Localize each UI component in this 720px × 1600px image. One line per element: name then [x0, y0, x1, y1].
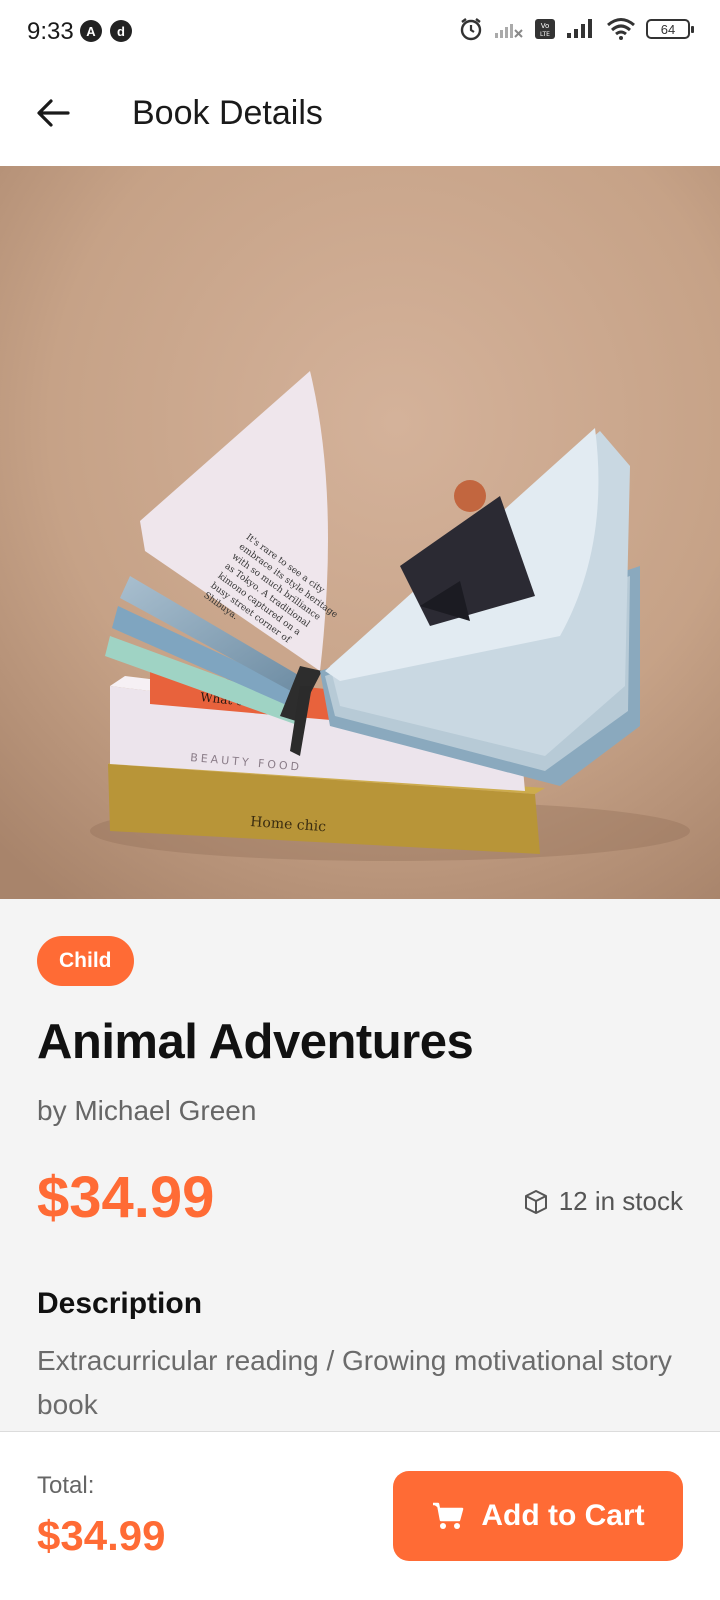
add-to-cart-label: Add to Cart: [481, 1499, 645, 1532]
app-notification-icon: A: [80, 20, 102, 42]
description-text: Extracurricular reading / Growing motiva…: [37, 1345, 672, 1420]
total-label: Total:: [37, 1472, 95, 1499]
status-time: 9:33: [27, 18, 74, 45]
status-left-icons: A d: [80, 20, 132, 42]
app-bar: Book Details: [0, 64, 720, 166]
page-title: Book Details: [132, 94, 323, 132]
status-bar: 9:33 A d Vo LTE 64: [0, 0, 720, 64]
battery-icon: 64: [646, 19, 694, 39]
add-to-cart-button[interactable]: Add to Cart: [393, 1471, 683, 1561]
back-button[interactable]: [28, 88, 78, 138]
status-right-icons: Vo LTE 64: [458, 16, 694, 42]
total-value: $34.99: [37, 1512, 166, 1559]
book-photo: Home chic BEAUTY FOOD What on ear It's r…: [0, 166, 720, 899]
book-details: Child Animal Adventures by Michael Green…: [0, 899, 720, 1431]
box-icon: [524, 1189, 547, 1214]
arrow-left-icon: [37, 99, 70, 127]
book-cover-image: Home chic BEAUTY FOOD What on ear It's r…: [0, 166, 720, 899]
volte-icon: Vo LTE: [535, 19, 555, 39]
alarm-icon: [460, 18, 482, 41]
book-title: Animal Adventures: [37, 1015, 474, 1069]
checkout-bar: Total: $34.99 Add to Cart: [0, 1431, 720, 1600]
book-price: $34.99: [37, 1165, 215, 1230]
description-heading: Description: [37, 1287, 203, 1320]
signal-icon: [567, 19, 592, 38]
svg-text:LTE: LTE: [540, 31, 550, 38]
wifi-icon: [607, 18, 635, 40]
stock-text: 12 in stock: [558, 1186, 683, 1216]
stock-indicator: 12 in stock: [523, 1186, 683, 1217]
svg-text:Vo: Vo: [541, 22, 550, 30]
book-author: by Michael Green: [37, 1095, 257, 1126]
signal-off-icon: [495, 24, 523, 38]
category-badge: Child: [37, 936, 134, 986]
cart-icon: [433, 1502, 464, 1529]
app-notification-icon: d: [110, 20, 132, 42]
